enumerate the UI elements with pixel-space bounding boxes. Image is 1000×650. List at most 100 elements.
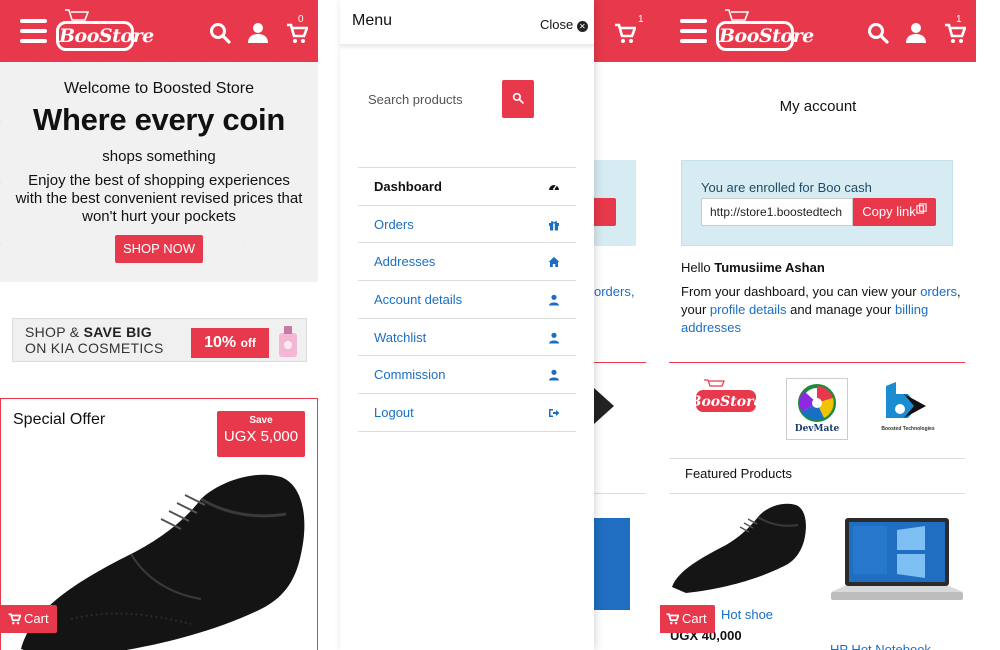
menu-item-label: Dashboard [374, 179, 442, 194]
save-badge: Save UGX 5,000 [217, 411, 305, 457]
menu-item-label: Account details [374, 292, 463, 308]
cart-icon[interactable] [286, 22, 308, 44]
menu-item-label: Addresses [374, 254, 436, 270]
cart-button[interactable]: Cart [0, 605, 57, 633]
divider [594, 362, 646, 363]
product-search-input[interactable] [358, 80, 502, 118]
hot-shoe-name-link[interactable]: Hot shoe [721, 607, 773, 622]
copy-icon [916, 203, 927, 214]
devmate-partner-logo[interactable]: DevMate [786, 378, 848, 440]
search-icon[interactable] [209, 22, 231, 44]
orders-link[interactable]: orders [920, 284, 957, 299]
menu-panel: 1 orders, Menu Close ✕ Dashboard Orders Ad… [318, 0, 660, 650]
cart-button[interactable]: Cart [660, 605, 715, 633]
copy-link-button-partial[interactable] [594, 198, 616, 226]
banner-line-1-prefix: SHOP & [25, 324, 80, 340]
menu-item-label: Orders [374, 216, 414, 232]
orders-link-partial[interactable]: orders, [594, 284, 634, 299]
cart-count: 0 [298, 14, 304, 25]
save-amount: UGX 5,000 [223, 428, 299, 445]
sign-out-icon [548, 406, 560, 418]
menu-item-commission[interactable]: Commission [358, 356, 576, 395]
hero-banner: Welcome to Boosted Store Where every coi… [0, 62, 318, 282]
brand-logo[interactable]: BooStore [716, 8, 814, 54]
greeting-prefix: Hello [681, 260, 711, 275]
menu-item-label: Commission [374, 367, 446, 383]
banner-line-2: ON KIA COSMETICS [25, 340, 164, 356]
partner-boostore-label: BooStore [694, 394, 760, 410]
close-icon: ✕ [576, 21, 588, 32]
menu-item-account-details[interactable]: Account details [358, 281, 576, 319]
menu-item-dashboard[interactable]: Dashboard [358, 168, 576, 206]
user-icon [548, 368, 560, 381]
laptop-image-partial [594, 518, 630, 610]
copy-link-button[interactable]: Copy link [853, 198, 936, 226]
hamburger-menu-icon[interactable] [680, 19, 707, 43]
menu-item-addresses[interactable]: Addresses [358, 243, 576, 282]
hero-subheadline: shops something [102, 148, 216, 165]
divider [669, 458, 965, 459]
menu-header-shadow [340, 44, 594, 50]
copy-link-label: Copy link [862, 204, 916, 219]
search-icon[interactable] [867, 22, 889, 44]
menu-item-watchlist[interactable]: Watchlist [358, 319, 576, 357]
special-offer-title: Special Offer [13, 411, 106, 428]
profile-details-link[interactable]: profile details [710, 302, 787, 317]
side-menu-drawer: Menu Close ✕ Dashboard Orders Addresses Acc… [340, 0, 594, 650]
user-icon[interactable] [247, 22, 269, 44]
search-submit-button[interactable] [502, 80, 534, 118]
cart-icon[interactable] [944, 22, 966, 44]
cart-count: 1 [956, 14, 962, 25]
cosmetics-promo-banner[interactable]: SHOP & SAVE BIG ON KIA COSMETICS 10% off [12, 318, 307, 362]
close-label: Close [540, 17, 574, 32]
banner-line-1-bold: SAVE BIG [83, 324, 152, 340]
partner-boosted-label: Boosted Technologies [881, 426, 934, 432]
menu-title: Menu [352, 12, 393, 29]
divider [669, 362, 965, 363]
save-label: Save [249, 415, 273, 426]
partner-devmate-label: DevMate [795, 424, 840, 434]
cart-button-icon [8, 613, 22, 625]
cart-icon[interactable] [614, 22, 636, 44]
enroll-text: You are enrolled for Boo cash [701, 180, 872, 195]
boosted-technologies-partner-logo[interactable]: Boosted Technologies [878, 378, 938, 434]
partner-logo-partial [594, 388, 614, 424]
featured-products-title: Featured Products [685, 466, 792, 481]
menu-item-orders[interactable]: Orders [358, 206, 576, 244]
referral-link-field[interactable] [701, 198, 853, 226]
user-icon[interactable] [905, 22, 927, 44]
menu-item-logout[interactable]: Logout [358, 394, 576, 432]
cart-button-label: Cart [24, 611, 49, 626]
banner-line-1: SHOP & SAVE BIG [25, 324, 152, 340]
header-bar-partial: 1 [594, 0, 660, 62]
dashboard-icon [548, 180, 560, 192]
account-nav-list: Dashboard Orders Addresses Account details W… [358, 167, 576, 432]
hot-shoe-product-image[interactable] [668, 495, 808, 595]
hero-description: Enjoy the best of shopping experiences w… [15, 172, 303, 225]
shop-now-button[interactable]: SHOP NOW [115, 235, 203, 263]
search-icon [512, 92, 524, 104]
user-name: Tumusiime Ashan [714, 260, 825, 275]
gift-icon [548, 218, 560, 231]
logo-text: BooStore [59, 25, 154, 47]
cart-button-icon [666, 613, 680, 625]
hp-notebook-name-link[interactable]: HP Hot Notebook [830, 642, 931, 650]
discount-suffix: off [240, 336, 256, 350]
cosmetics-bottle-icon [279, 326, 297, 357]
hamburger-menu-icon[interactable] [20, 19, 47, 43]
boostore-partner-logo[interactable]: BooStore [694, 378, 760, 416]
dash-text: From your dashboard, you can view your [681, 284, 917, 299]
hp-notebook-product-image[interactable] [827, 516, 967, 612]
cart-button-label: Cart [682, 611, 707, 626]
boo-cash-enroll-box: You are enrolled for Boo cash Copy link [681, 160, 953, 246]
discount-value: 10% [204, 334, 237, 351]
home-icon [548, 255, 560, 268]
header-bar: BooStore 1 [660, 0, 976, 62]
banner-discount: 10% off [191, 328, 269, 358]
cart-count: 1 [638, 14, 644, 25]
header-bar: BooStore 0 [0, 0, 318, 62]
divider [594, 493, 646, 494]
brand-logo[interactable]: BooStore [56, 8, 154, 54]
logo-wordmark: BooStore [56, 21, 154, 51]
menu-close-button[interactable]: Close ✕ [540, 17, 588, 32]
